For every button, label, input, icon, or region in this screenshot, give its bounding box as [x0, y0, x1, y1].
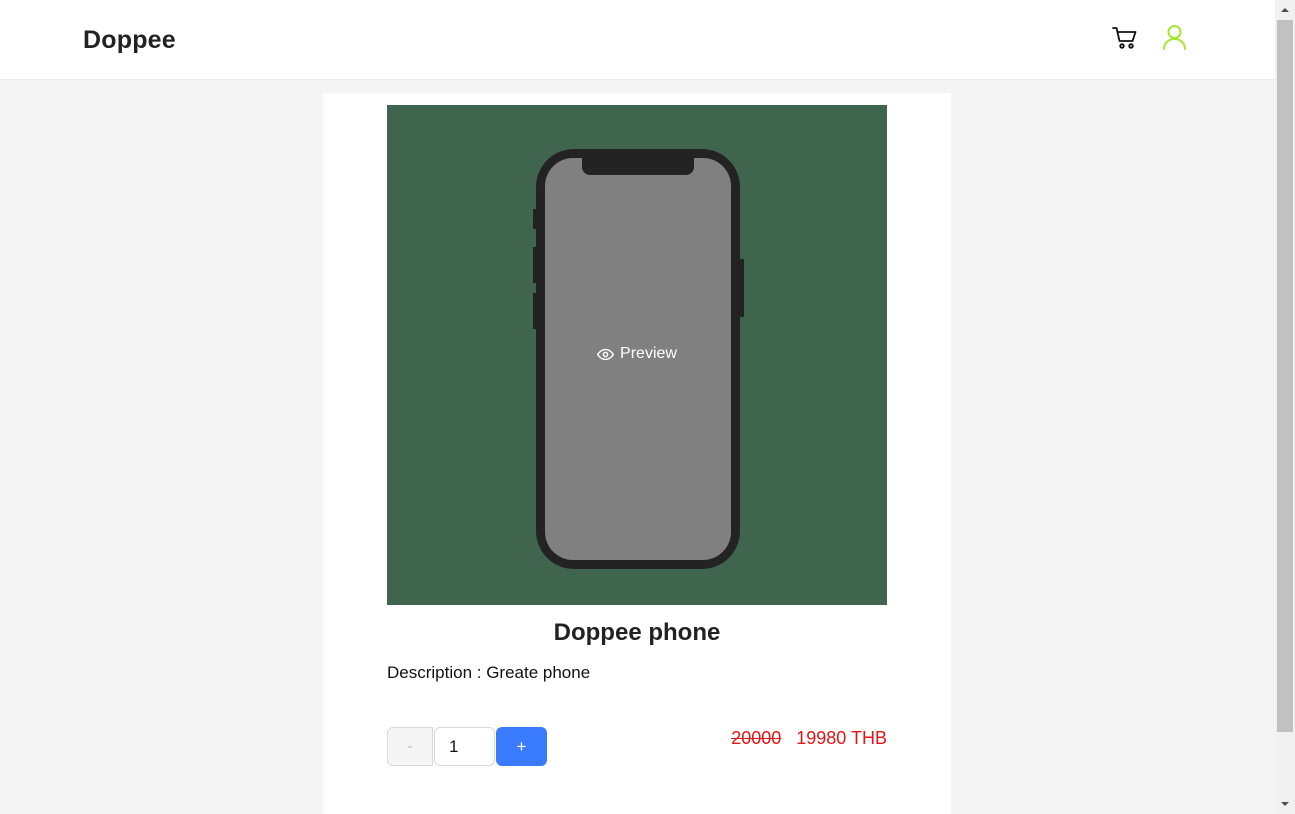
- product-card: Preview Doppee phone Description : Great…: [323, 93, 951, 814]
- product-image[interactable]: Preview: [387, 105, 887, 605]
- scroll-down-arrow-icon[interactable]: [1275, 794, 1295, 814]
- product-description: Description : Greate phone: [387, 663, 591, 682]
- product-title: Doppee phone: [553, 619, 721, 646]
- quantity-decrease-button[interactable]: -: [387, 727, 433, 766]
- discounted-price: 19980 THB: [796, 728, 887, 748]
- vertical-scrollbar[interactable]: [1275, 0, 1295, 814]
- user-icon[interactable]: [1162, 24, 1187, 50]
- brand-logo[interactable]: Doppee: [83, 26, 176, 55]
- quantity-input[interactable]: [434, 727, 495, 766]
- original-price: 20000: [731, 728, 782, 748]
- eye-icon: [597, 348, 615, 360]
- scrollbar-thumb[interactable]: [1277, 20, 1293, 732]
- price: 20000 19980 THB: [731, 728, 887, 749]
- quantity-increase-button[interactable]: +: [496, 727, 547, 766]
- preview-overlay[interactable]: Preview: [387, 345, 887, 363]
- scroll-up-arrow-icon[interactable]: [1275, 0, 1295, 20]
- preview-label: Preview: [620, 345, 677, 362]
- top-header: Doppee: [0, 0, 1275, 80]
- cart-icon[interactable]: [1112, 26, 1138, 50]
